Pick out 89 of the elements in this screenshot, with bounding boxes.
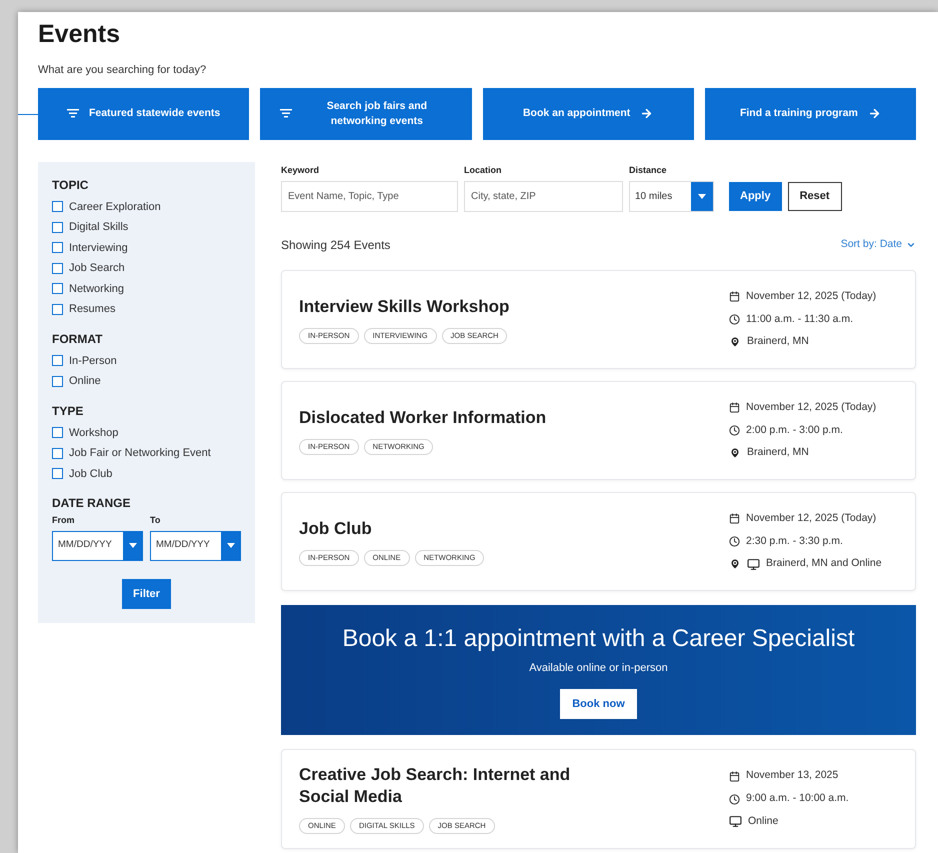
checkbox[interactable] — [52, 376, 63, 387]
clock-icon — [729, 425, 740, 436]
checkbox[interactable] — [52, 468, 63, 480]
event-title[interactable]: Dislocated Worker Information — [299, 406, 546, 428]
event-time: 2:30 p.m. - 3:30 p.m. — [746, 534, 843, 549]
event-title[interactable]: Job Club — [299, 518, 484, 540]
checkbox[interactable] — [52, 222, 63, 233]
checkbox[interactable] — [52, 201, 63, 212]
caret-icon — [698, 194, 706, 199]
calendar-icon — [729, 513, 740, 524]
map-pin-icon — [729, 336, 741, 348]
date-label: To — [150, 514, 162, 527]
calendar-icon — [729, 402, 740, 414]
filter-group-title: TYPE — [52, 402, 84, 420]
event-date: November 13, 2025 — [746, 768, 838, 784]
clock-icon — [729, 536, 740, 547]
caret-icon — [906, 240, 916, 250]
monitor-icon — [747, 558, 760, 571]
event-date: November 12, 2025 (Today) — [746, 288, 876, 304]
clock-icon — [729, 314, 740, 325]
date-picker-button[interactable] — [221, 530, 241, 560]
date-picker-button[interactable] — [123, 530, 143, 560]
filter-group-title: DATE RANGE — [52, 495, 132, 512]
keyword-field[interactable]: Event Name, Topic, Type — [281, 181, 458, 212]
event-location: Brainerd, MN — [747, 334, 809, 350]
quick-link-button[interactable]: Search job fairs and networking events — [260, 88, 472, 140]
page-subtitle: What are you searching for today? — [38, 63, 208, 78]
distance-select[interactable]: 10 miles — [629, 181, 714, 212]
checkbox[interactable] — [52, 448, 63, 459]
event-time: 11:00 a.m. - 11:30 a.m. — [746, 312, 853, 327]
banner-subtitle: Available online or in-person — [529, 661, 668, 676]
monitor-icon — [729, 815, 742, 828]
checkbox-label: Career Exploration — [69, 200, 161, 214]
checkbox-label: Job Fair or Networking Event — [69, 446, 211, 461]
date-field[interactable]: MM/DD/YYY — [52, 530, 123, 560]
checkbox-label: Job Club — [69, 466, 112, 482]
event-date: November 12, 2025 (Today) — [746, 510, 876, 526]
page-title: Events — [38, 19, 121, 50]
checkbox[interactable] — [52, 304, 63, 315]
sort-dropdown[interactable]: Sort by: Date — [840, 237, 916, 253]
checkbox[interactable] — [52, 283, 63, 294]
caret-icon — [227, 543, 235, 548]
event-time: 9:00 a.m. - 10:00 a.m. — [746, 791, 849, 806]
banner-title: Book a 1:1 appointment with a Career Specialist — [342, 624, 855, 654]
checkbox-label: Job Search — [69, 261, 125, 276]
checkbox[interactable] — [52, 262, 63, 274]
checkbox[interactable] — [52, 427, 63, 438]
quick-link-button[interactable]: Find a training program — [704, 88, 916, 140]
calendar-icon — [729, 291, 740, 302]
event-time: 2:00 p.m. - 3:00 p.m. — [746, 422, 843, 438]
location-label: Location — [464, 164, 502, 176]
filter-group-title: TOPIC — [52, 176, 90, 194]
event-date: November 12, 2025 (Today) — [746, 400, 876, 415]
map-pin-icon — [729, 447, 741, 460]
map-pin-icon — [729, 558, 741, 570]
checkbox-label: Networking — [69, 282, 124, 296]
filter-icon — [280, 109, 292, 118]
distance-label: Distance — [629, 164, 668, 176]
filter-group-title: FORMAT — [52, 330, 104, 348]
event-title[interactable]: Interview Skills Workshop — [299, 296, 510, 318]
checkbox-label: Online — [69, 374, 101, 389]
checkbox[interactable] — [52, 242, 63, 254]
results-count: Showing 254 Events — [281, 237, 390, 254]
checkbox-label: In-Person — [69, 354, 117, 368]
event-location: Online — [748, 814, 778, 829]
checkbox-label: Resumes — [69, 302, 116, 317]
event-location: Brainerd, MN and Online — [766, 556, 882, 572]
filter-icon — [66, 109, 79, 118]
date-field[interactable]: MM/DD/YYY — [150, 530, 221, 560]
event-title[interactable]: Creative Job Search: Internet and Social Media — [299, 764, 589, 808]
location-field[interactable]: City, state, ZIP — [464, 181, 623, 212]
keyword-label: Keyword — [281, 164, 320, 177]
checkbox-label: Workshop — [69, 426, 118, 440]
checkbox[interactable] — [52, 355, 63, 366]
apply-button[interactable]: Apply — [729, 182, 782, 211]
arrow-right-icon — [640, 107, 654, 120]
calendar-icon — [729, 770, 740, 782]
book-now-button[interactable]: Book now — [560, 688, 637, 719]
caret-icon — [129, 543, 137, 548]
arrow-right-icon — [868, 107, 881, 120]
date-label: From — [52, 514, 76, 527]
event-location: Brainerd, MN — [747, 445, 809, 460]
clock-icon — [729, 794, 740, 804]
quick-link-button[interactable]: Featured statewide events — [38, 88, 250, 140]
checkbox-label: Interviewing — [69, 240, 128, 256]
quick-link-button[interactable]: Book an appointment — [482, 88, 694, 140]
reset-button[interactable]: Reset — [788, 182, 842, 211]
filter-button[interactable]: Filter — [122, 578, 171, 609]
checkbox-label: Digital Skills — [69, 220, 128, 235]
